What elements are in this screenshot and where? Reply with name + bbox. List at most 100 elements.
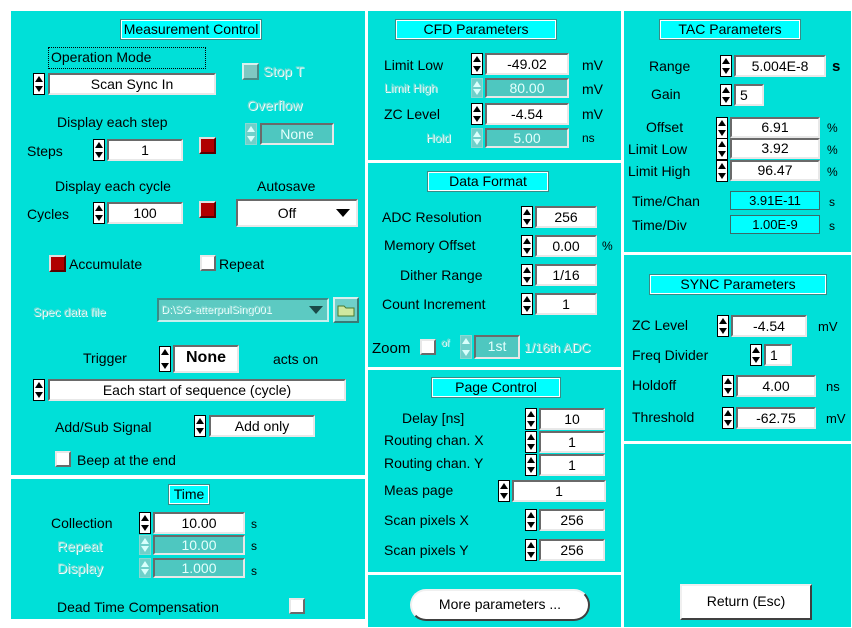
cfd-limit-low-field[interactable]: -49.02: [485, 53, 569, 75]
threshold-field[interactable]: -62.75: [736, 407, 816, 429]
sync-zc-level-spinner[interactable]: [717, 315, 729, 337]
range-spinner[interactable]: [720, 55, 732, 77]
scan-x-spinner[interactable]: [525, 509, 537, 531]
adc-spinner[interactable]: [521, 206, 533, 228]
autosave-dropdown[interactable]: Off: [236, 199, 358, 227]
offset-spinner[interactable]: [716, 117, 728, 139]
cfd-limit-low-label: Limit Low: [384, 57, 444, 73]
range-unit: s: [832, 58, 841, 75]
scan-y-label: Scan pixels Y: [384, 542, 469, 558]
scan-y-spinner[interactable]: [525, 539, 537, 561]
return-button[interactable]: Return (Esc): [680, 584, 812, 620]
meas-page-spinner[interactable]: [498, 480, 510, 502]
acts-on-field[interactable]: Each start of sequence (cycle): [48, 379, 346, 401]
gain-field[interactable]: 5: [734, 84, 764, 106]
route-x-spinner[interactable]: [525, 431, 537, 453]
beep-checkbox[interactable]: [55, 451, 71, 467]
memory-offset-spinner[interactable]: [521, 235, 533, 257]
add-sub-field[interactable]: Add only: [209, 415, 315, 437]
freq-div-label: Freq Divider: [632, 347, 709, 363]
freq-div-field[interactable]: 1: [764, 344, 792, 366]
zoom-label: Zoom: [372, 340, 411, 357]
offset-field[interactable]: 6.91: [730, 117, 820, 138]
data-format-title: Data Format: [427, 171, 549, 192]
holdoff-field[interactable]: 4.00: [736, 375, 816, 397]
dead-time-checkbox[interactable]: [289, 598, 305, 614]
route-y-field[interactable]: 1: [539, 454, 605, 476]
cycles-spinner[interactable]: [93, 202, 105, 224]
threshold-label: Threshold: [632, 409, 695, 425]
more-parameters-button[interactable]: More parameters ...: [410, 589, 590, 621]
cfd-limit-low-spinner[interactable]: [471, 53, 483, 75]
folder-button: [333, 297, 359, 323]
tac-limit-high-spinner[interactable]: [716, 160, 728, 182]
add-sub-spinner[interactable]: [194, 415, 206, 437]
count-inc-field[interactable]: 1: [535, 293, 597, 315]
delay-field[interactable]: 10: [539, 408, 605, 430]
time-chan-value: 3.91E-11: [730, 191, 820, 210]
route-y-spinner[interactable]: [525, 454, 537, 476]
delay-spinner[interactable]: [525, 408, 537, 430]
collection-field[interactable]: 10.00: [153, 512, 245, 534]
display-cycle-indicator[interactable]: [199, 201, 216, 218]
stop-t-label: Stop T: [263, 63, 304, 79]
collection-spinner[interactable]: [139, 512, 151, 534]
sync-zc-level-field[interactable]: -4.54: [731, 315, 807, 337]
tac-limit-low-spinner[interactable]: [716, 138, 728, 160]
trigger-field[interactable]: None: [173, 345, 239, 373]
memory-offset-field[interactable]: 0.00: [535, 235, 597, 257]
meas-page-label: Meas page: [384, 482, 454, 498]
steps-field[interactable]: 1: [107, 139, 183, 161]
repeat-time-unit: s: [251, 539, 257, 553]
zoom-checkbox[interactable]: [420, 339, 436, 355]
display-each-cycle-label: Display each cycle: [55, 178, 171, 194]
route-x-field[interactable]: 1: [539, 431, 605, 453]
range-field[interactable]: 5.004E-8: [734, 55, 826, 77]
threshold-spinner[interactable]: [722, 407, 734, 429]
cycles-field[interactable]: 100: [107, 202, 183, 224]
route-y-label: Routing chan. Y: [384, 455, 484, 471]
display-time-label: Display: [57, 560, 103, 576]
zoom-of-label: of: [441, 338, 450, 349]
accumulate-indicator[interactable]: [49, 255, 66, 272]
beep-label: Beep at the end: [77, 452, 176, 468]
folder-icon: [337, 305, 355, 317]
scan-x-label: Scan pixels X: [384, 512, 469, 528]
count-inc-label: Count Increment: [382, 296, 486, 312]
holdoff-spinner[interactable]: [722, 375, 734, 397]
cfd-zc-level-field[interactable]: -4.54: [485, 103, 569, 125]
acts-on-spinner[interactable]: [33, 379, 45, 401]
adc-field[interactable]: 256: [535, 206, 597, 228]
dither-spinner[interactable]: [521, 264, 533, 286]
freq-div-spinner[interactable]: [750, 344, 762, 366]
repeat-checkbox[interactable]: [200, 255, 216, 271]
cfd-hold-spinner: [471, 128, 483, 148]
trigger-spinner[interactable]: [159, 346, 171, 372]
spec-data-file-value: D:\SG-atterpulSing001: [161, 304, 272, 316]
operation-mode-spinner[interactable]: [33, 73, 45, 95]
gain-label: Gain: [651, 86, 681, 102]
scan-y-field[interactable]: 256: [539, 539, 605, 561]
tac-limit-high-field[interactable]: 96.47: [730, 160, 820, 181]
steps-spinner[interactable]: [93, 139, 105, 161]
operation-mode-field[interactable]: Scan Sync In: [48, 73, 216, 95]
sync-panel: SYNC Parameters ZC Level -4.54 mV Freq D…: [623, 254, 852, 442]
time-panel: Time Collection 10.00 s Repeat 10.00 s D…: [10, 478, 366, 620]
scan-x-field[interactable]: 256: [539, 509, 605, 531]
tac-panel: TAC Parameters Range 5.004E-8 s Gain 5 O…: [623, 10, 852, 253]
gain-spinner[interactable]: [720, 84, 732, 106]
data-format-panel: Data Format ADC Resolution 256 Memory Of…: [367, 162, 622, 368]
repeat-time-label: Repeat: [57, 538, 103, 554]
spec-data-file-dropdown: D:\SG-atterpulSing001: [157, 298, 329, 322]
dither-field[interactable]: 1/16: [535, 264, 597, 286]
collection-unit: s: [251, 517, 257, 531]
count-inc-spinner[interactable]: [521, 293, 533, 315]
tac-limit-low-field[interactable]: 3.92: [730, 138, 820, 159]
display-step-indicator[interactable]: [199, 137, 216, 154]
chevron-down-icon: [309, 306, 323, 314]
memory-offset-unit: %: [602, 239, 613, 253]
time-div-value: 1.00E-9: [730, 215, 820, 234]
display-time-field: 1.000: [153, 558, 245, 578]
cfd-zc-level-spinner[interactable]: [471, 103, 483, 125]
meas-page-field[interactable]: 1: [512, 480, 606, 502]
